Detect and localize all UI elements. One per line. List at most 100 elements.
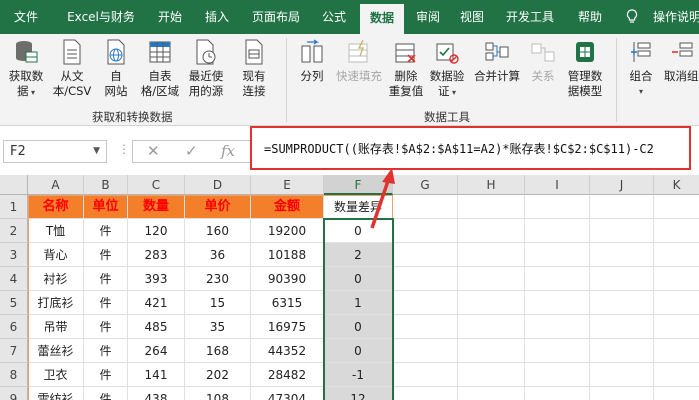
- table-cell[interactable]: [393, 219, 458, 243]
- consolidate-button[interactable]: 合并计算: [470, 38, 524, 84]
- table-cell[interactable]: 0: [324, 267, 393, 291]
- header-cell[interactable]: [393, 195, 458, 219]
- table-cell[interactable]: 160: [185, 219, 251, 243]
- name-box[interactable]: F2 ▼: [3, 140, 107, 163]
- tab-view[interactable]: 视图: [452, 0, 492, 34]
- table-cell[interactable]: 背心: [28, 243, 84, 267]
- table-cell[interactable]: [525, 291, 590, 315]
- table-cell[interactable]: 16975: [251, 315, 324, 339]
- data-validation-button[interactable]: 数据验 证 ▾: [426, 38, 468, 100]
- table-cell[interactable]: 件: [84, 339, 128, 363]
- table-cell[interactable]: [654, 387, 699, 400]
- table-cell[interactable]: 264: [128, 339, 185, 363]
- relationships-button[interactable]: 关系: [526, 38, 560, 84]
- tell-me-search[interactable]: 操作说明: [653, 0, 699, 34]
- table-cell[interactable]: 36: [185, 243, 251, 267]
- tab-excel-finance[interactable]: Excel与财务: [60, 0, 142, 34]
- column-header-c[interactable]: C: [128, 175, 185, 195]
- data-model-button[interactable]: 管理数 据模型: [562, 38, 608, 99]
- row-header-4[interactable]: 4: [0, 267, 28, 291]
- formula-input[interactable]: =SUMPRODUCT((账存表!$A$2:$A$11=A2)*账存表!$C$2…: [250, 126, 691, 170]
- table-cell[interactable]: 44352: [251, 339, 324, 363]
- remove-duplicates-button[interactable]: 删除 重复值: [386, 38, 426, 99]
- table-cell[interactable]: [590, 267, 654, 291]
- table-cell[interactable]: T恤: [28, 219, 84, 243]
- table-cell[interactable]: 6315: [251, 291, 324, 315]
- tab-review[interactable]: 审阅: [408, 0, 448, 34]
- table-cell[interactable]: 0: [324, 315, 393, 339]
- column-header-a[interactable]: A: [28, 175, 84, 195]
- table-cell[interactable]: 15: [185, 291, 251, 315]
- table-cell[interactable]: 438: [128, 387, 185, 400]
- table-cell[interactable]: [458, 291, 525, 315]
- table-cell[interactable]: 0: [324, 219, 393, 243]
- table-cell[interactable]: [393, 243, 458, 267]
- table-cell[interactable]: [654, 291, 699, 315]
- group-dropdown-arrow[interactable]: ▾: [624, 84, 658, 99]
- table-cell[interactable]: [458, 219, 525, 243]
- table-cell[interactable]: 件: [84, 243, 128, 267]
- table-cell[interactable]: 47304: [251, 387, 324, 400]
- table-cell[interactable]: 衬衫: [28, 267, 84, 291]
- header-cell[interactable]: 名称: [28, 195, 84, 219]
- tab-formulas[interactable]: 公式: [312, 0, 356, 34]
- column-header-f[interactable]: F: [324, 175, 393, 195]
- column-header-d[interactable]: D: [185, 175, 251, 195]
- table-cell[interactable]: [393, 291, 458, 315]
- header-cell[interactable]: [654, 195, 699, 219]
- table-cell[interactable]: [654, 363, 699, 387]
- table-cell[interactable]: 件: [84, 267, 128, 291]
- group-button[interactable]: 组合 ▾: [624, 38, 658, 99]
- column-header-g[interactable]: G: [393, 175, 458, 195]
- table-cell[interactable]: 283: [128, 243, 185, 267]
- from-text-button[interactable]: 从文 本/CSV: [50, 38, 94, 99]
- table-cell[interactable]: [654, 219, 699, 243]
- row-header-5[interactable]: 5: [0, 291, 28, 315]
- table-cell[interactable]: [590, 387, 654, 400]
- table-cell[interactable]: 件: [84, 363, 128, 387]
- table-cell[interactable]: [458, 243, 525, 267]
- header-cell[interactable]: 数量: [128, 195, 185, 219]
- worksheet-grid[interactable]: A B C D E F G H I J K 1 2 3 4 5 6 7 8 9 名称 单位 数量 单价 金额 数量差异 T恤件 120…: [0, 175, 699, 400]
- table-cell[interactable]: [393, 363, 458, 387]
- table-cell[interactable]: 蕾丝衫: [28, 339, 84, 363]
- table-cell[interactable]: 件: [84, 315, 128, 339]
- table-cell[interactable]: [590, 243, 654, 267]
- table-cell[interactable]: 230: [185, 267, 251, 291]
- table-cell[interactable]: 168: [185, 339, 251, 363]
- table-cell[interactable]: [654, 315, 699, 339]
- row-header-8[interactable]: 8: [0, 363, 28, 387]
- table-cell[interactable]: [458, 267, 525, 291]
- table-cell[interactable]: 120: [128, 219, 185, 243]
- table-cell[interactable]: [525, 363, 590, 387]
- from-table-button[interactable]: 自表 格/区域: [138, 38, 182, 99]
- table-cell[interactable]: 35: [185, 315, 251, 339]
- table-cell[interactable]: 件: [84, 291, 128, 315]
- select-all-corner[interactable]: [0, 175, 28, 195]
- header-cell[interactable]: 金额: [251, 195, 324, 219]
- from-web-button[interactable]: 自 网站: [98, 38, 134, 99]
- row-header-6[interactable]: 6: [0, 315, 28, 339]
- column-header-i[interactable]: I: [525, 175, 590, 195]
- table-cell[interactable]: 2: [324, 243, 393, 267]
- table-cell[interactable]: [590, 291, 654, 315]
- tab-page-layout[interactable]: 页面布局: [244, 0, 308, 34]
- table-cell[interactable]: [654, 267, 699, 291]
- get-data-button[interactable]: 获取数 据 ▾: [4, 38, 48, 100]
- table-cell[interactable]: [525, 219, 590, 243]
- ungroup-button[interactable]: 取消组合: [664, 38, 699, 84]
- tab-data[interactable]: 数据: [360, 4, 404, 34]
- table-cell[interactable]: [525, 339, 590, 363]
- tab-file[interactable]: 文件: [0, 0, 52, 34]
- table-cell[interactable]: 吊带: [28, 315, 84, 339]
- table-cell[interactable]: [393, 267, 458, 291]
- text-to-columns-button[interactable]: 分列: [294, 38, 330, 84]
- table-cell[interactable]: 108: [185, 387, 251, 400]
- table-cell[interactable]: [458, 363, 525, 387]
- table-cell[interactable]: 393: [128, 267, 185, 291]
- tab-insert[interactable]: 插入: [196, 0, 238, 34]
- column-header-j[interactable]: J: [590, 175, 654, 195]
- table-cell[interactable]: 485: [128, 315, 185, 339]
- row-header-1[interactable]: 1: [0, 195, 28, 219]
- table-cell[interactable]: [393, 315, 458, 339]
